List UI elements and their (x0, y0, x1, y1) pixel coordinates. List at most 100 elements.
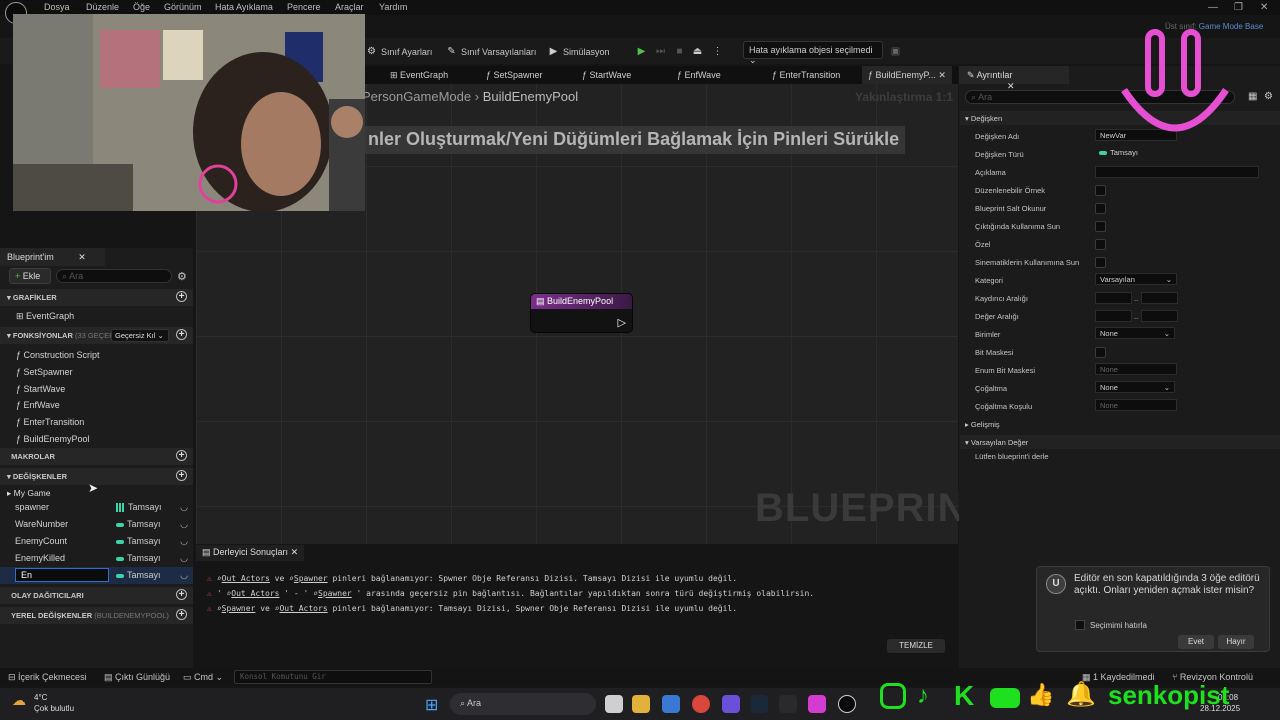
default-value-section-header[interactable]: ▾ Varsayılan Değer (960, 435, 1280, 449)
class-settings-button[interactable]: ⚙ Sınıf Ayarları (366, 46, 432, 57)
function-item[interactable]: ƒ EnfWave (16, 400, 60, 410)
content-drawer-button[interactable]: ⊟ İçerik Çekmecesi (8, 672, 87, 683)
console-input[interactable]: Konsol Komutunu Gir (234, 670, 432, 684)
my-blueprint-tab[interactable]: Blueprint'im ✕ (0, 248, 105, 266)
function-item[interactable]: ƒ EnterTransition (16, 417, 84, 427)
stop-button[interactable]: ■ (674, 46, 685, 57)
debug-object-dropdown[interactable]: Hata ayıklama objesi seçilmedi ⌄ (743, 41, 883, 65)
value-min-field[interactable] (1095, 310, 1132, 322)
steam-icon[interactable] (750, 695, 768, 713)
app-icon[interactable] (808, 695, 826, 713)
no-button[interactable]: Hayır (1218, 635, 1254, 649)
breadcrumb-root[interactable]: PersonGameMode (362, 89, 471, 104)
output-log-button[interactable]: ▤ Çıktı Günlüğü (104, 672, 170, 683)
settings-gear-icon[interactable]: ⚙ (1264, 91, 1273, 102)
dispatchers-section-header[interactable]: OLAY DAĞITICILARI + (0, 587, 193, 604)
units-dropdown[interactable]: None ⌄ (1095, 327, 1175, 339)
variable-row-selected[interactable]: En Tamsayı ◡ (0, 567, 193, 584)
find-button[interactable]: ▣ (890, 46, 901, 57)
table-view-icon[interactable]: ▦ (1248, 91, 1257, 102)
my-blueprint-search-input[interactable]: ⌕ Ara (56, 269, 172, 283)
taskbar-search[interactable]: ⌕ Ara (450, 693, 596, 715)
variable-row[interactable]: EnemyCount Tamsayı ◡ (0, 533, 193, 550)
editable-checkbox[interactable] (1095, 185, 1106, 196)
eye-icon[interactable]: ◡ (180, 536, 188, 547)
tab-enfwave[interactable]: ƒ EnfWave (677, 70, 721, 80)
yes-button[interactable]: Evet (1178, 635, 1214, 649)
eye-icon[interactable]: ◡ (180, 519, 188, 530)
tab-startwave[interactable]: ƒ StartWave (582, 70, 631, 80)
function-item[interactable]: ƒ SetSpawner (16, 367, 73, 377)
pin-link[interactable]: Spawner (294, 574, 328, 583)
variable-row[interactable]: spawner Tamsayı ◡ (0, 499, 193, 516)
pin-link[interactable]: Out Actors (222, 574, 270, 583)
tab-entertransition[interactable]: ƒ EnterTransition (772, 70, 840, 80)
add-dispatcher-icon[interactable]: + (176, 589, 187, 600)
local-variables-section-header[interactable]: YEREL DEĞİŞKENLER (BUILDENEMYPOOL) + (0, 607, 193, 624)
override-dropdown[interactable]: Geçersiz Kıl ⌄ (111, 329, 169, 342)
file-explorer-icon[interactable] (632, 695, 650, 713)
menu-debug[interactable]: Hata Ayıklama (215, 2, 273, 12)
expose-cinematics-checkbox[interactable] (1095, 257, 1106, 268)
pin-link[interactable]: Spawner (222, 604, 256, 613)
epic-games-icon[interactable] (779, 695, 797, 713)
breadcrumb-current[interactable]: BuildEnemyPool (483, 89, 578, 104)
menu-file[interactable]: Dosya (44, 2, 70, 12)
simulation-button[interactable]: ▶ Simülasyon (548, 46, 610, 57)
settings-gear-icon[interactable]: ⚙ (177, 270, 187, 283)
store-icon[interactable] (662, 695, 680, 713)
function-entry-node[interactable]: ▤ BuildEnemyPool ▷ (530, 293, 633, 333)
task-view-icon[interactable] (605, 695, 623, 713)
graphs-section-header[interactable]: ▾ GRAFİKLER + (0, 289, 193, 306)
menu-edit[interactable]: Düzenle (86, 2, 119, 12)
close-tab-icon[interactable]: ✕ (78, 252, 86, 262)
close-window-icon[interactable]: ✕ (1260, 2, 1268, 13)
clear-button[interactable]: TEMİZLE (887, 639, 945, 653)
replication-dropdown[interactable]: None ⌄ (1095, 381, 1175, 393)
details-tab[interactable]: ✎ Ayrıntılar ✕ (959, 66, 1069, 91)
menu-view[interactable]: Görünüm (164, 2, 202, 12)
remember-checkbox[interactable] (1075, 620, 1085, 630)
menu-help[interactable]: Yardım (379, 2, 407, 12)
discord-icon[interactable] (722, 695, 740, 713)
variable-row[interactable]: WareNumber Tamsayı ◡ (0, 516, 193, 533)
category-dropdown[interactable]: Varsayılan ⌄ (1095, 273, 1177, 285)
exec-pin-icon[interactable]: ▷ (618, 316, 626, 329)
add-graph-icon[interactable]: + (176, 291, 187, 302)
menu-window[interactable]: Pencere (287, 2, 321, 12)
menu-asset[interactable]: Öğe (133, 2, 150, 12)
function-item[interactable]: ƒ BuildEnemyPool (16, 434, 90, 444)
pin-link[interactable]: Out Actors (231, 589, 279, 598)
pin-link[interactable]: Out Actors (279, 604, 327, 613)
cmd-dropdown[interactable]: ▭ Cmd ⌄ (183, 672, 223, 683)
eye-icon[interactable]: ◡ (180, 502, 188, 513)
weather-icon[interactable]: ☁ (12, 692, 26, 709)
variable-rename-input[interactable]: En (15, 568, 109, 582)
readonly-checkbox[interactable] (1095, 203, 1106, 214)
variable-type-picker[interactable]: Tamsayı (1095, 147, 1177, 159)
eject-button[interactable]: ⏏ (692, 46, 703, 57)
variable-type[interactable]: Tamsayı (116, 502, 162, 513)
step-button[interactable]: ⏭ (655, 46, 666, 57)
add-button[interactable]: + Ekle (9, 268, 51, 284)
tab-setspawner[interactable]: ƒ SetSpawner (486, 70, 543, 80)
variable-type[interactable]: Tamsayı (116, 570, 161, 580)
play-button[interactable]: ▶ (636, 46, 647, 57)
class-defaults-button[interactable]: ✎ Sınıf Varsayılanları (446, 46, 536, 57)
more-options-button[interactable]: ⋮ (712, 46, 723, 57)
menu-tools[interactable]: Araçlar (335, 2, 364, 12)
slider-max-field[interactable] (1141, 292, 1178, 304)
expose-spawn-checkbox[interactable] (1095, 221, 1106, 232)
rep-condition-dropdown[interactable]: None (1095, 399, 1177, 411)
add-variable-icon[interactable]: + (176, 470, 187, 481)
unreal-engine-icon[interactable] (838, 695, 856, 713)
private-checkbox[interactable] (1095, 239, 1106, 250)
maximize-icon[interactable]: ❐ (1234, 2, 1243, 13)
close-tab-icon[interactable]: ✕ (291, 547, 299, 557)
slider-min-field[interactable] (1095, 292, 1132, 304)
chrome-icon[interactable] (692, 695, 710, 713)
graph-item-eventgraph[interactable]: ⊞ EventGraph (16, 311, 74, 322)
advanced-section-header[interactable]: ▸ Gelişmiş (960, 417, 1280, 431)
macros-section-header[interactable]: MAKROLAR + (0, 448, 193, 465)
variable-type[interactable]: Tamsayı (116, 553, 161, 563)
